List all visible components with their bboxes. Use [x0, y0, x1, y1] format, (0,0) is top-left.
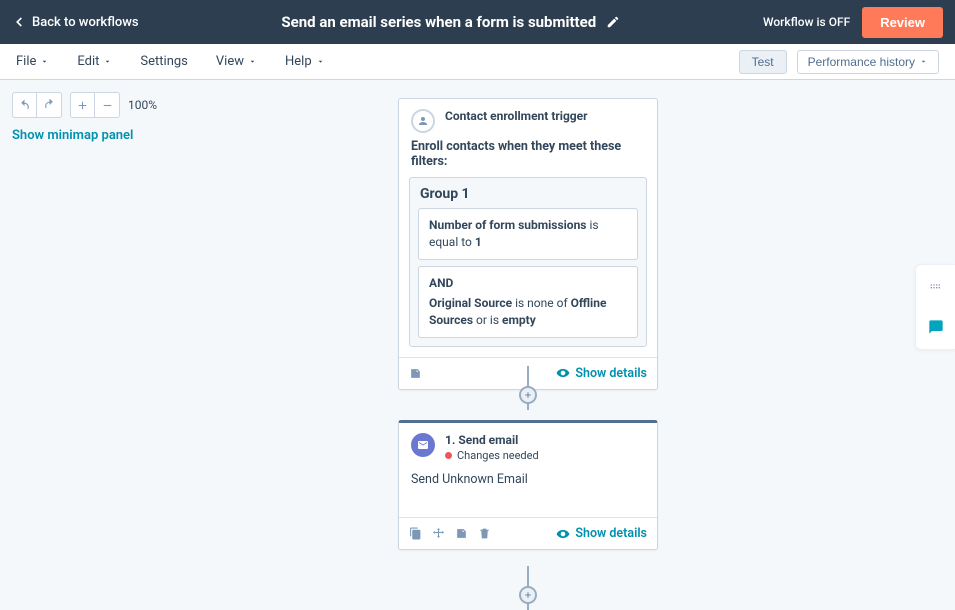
edit-title-icon[interactable] — [606, 15, 620, 29]
caret-down-icon — [248, 57, 257, 66]
menu-edit[interactable]: Edit — [77, 54, 112, 69]
menu-help[interactable]: Help — [285, 54, 325, 69]
performance-history-button[interactable]: Performance history — [797, 50, 939, 74]
menu-file[interactable]: File — [16, 54, 49, 69]
trigger-node-title: Contact enrollment trigger — [445, 109, 588, 123]
trigger-description: Enroll contacts when they meet these fil… — [399, 139, 657, 177]
show-details-link[interactable]: Show details — [556, 366, 647, 381]
move-icon[interactable] — [432, 527, 445, 540]
menu-view[interactable]: View — [216, 54, 257, 69]
caret-down-icon — [103, 57, 112, 66]
filter-row[interactable]: AND Original Source is none of Offline S… — [418, 266, 638, 338]
eye-icon — [556, 527, 570, 541]
caret-down-icon — [40, 57, 49, 66]
test-button[interactable]: Test — [739, 50, 787, 74]
page-title: Send an email series when a form is subm… — [281, 13, 596, 31]
note-icon[interactable] — [455, 527, 468, 540]
eye-icon — [556, 366, 570, 380]
caret-down-icon — [316, 57, 325, 66]
contact-icon — [411, 109, 435, 133]
filter-row[interactable]: Number of form submissions is equal to 1 — [418, 208, 638, 260]
filter-group: Group 1 Number of form submissions is eq… — [409, 177, 647, 347]
plus-icon — [523, 390, 533, 400]
plus-icon — [523, 590, 533, 600]
action-body-text: Send Unknown Email — [399, 468, 657, 517]
back-to-workflows-link[interactable]: Back to workflows — [12, 15, 139, 30]
review-button[interactable]: Review — [862, 7, 943, 38]
action-status-label: Changes needed — [457, 449, 539, 462]
note-icon[interactable] — [409, 367, 422, 380]
status-dot-icon — [445, 452, 452, 459]
email-icon — [411, 433, 435, 457]
back-label: Back to workflows — [32, 15, 139, 30]
add-step-button[interactable] — [519, 386, 537, 404]
copy-icon[interactable] — [409, 527, 422, 540]
trigger-node[interactable]: Contact enrollment trigger Enroll contac… — [398, 98, 658, 390]
workflow-state-label: Workflow is OFF — [763, 15, 850, 29]
caret-down-icon — [919, 57, 928, 66]
menu-settings[interactable]: Settings — [140, 54, 187, 69]
show-details-link[interactable]: Show details — [556, 526, 647, 541]
trash-icon[interactable] — [478, 527, 491, 540]
action-node-title: 1. Send email — [445, 433, 539, 447]
chevron-left-icon — [12, 15, 26, 29]
filter-group-title: Group 1 — [418, 186, 638, 202]
add-step-button[interactable] — [519, 586, 537, 604]
action-node[interactable]: 1. Send email Changes needed Send Unknow… — [398, 420, 658, 550]
